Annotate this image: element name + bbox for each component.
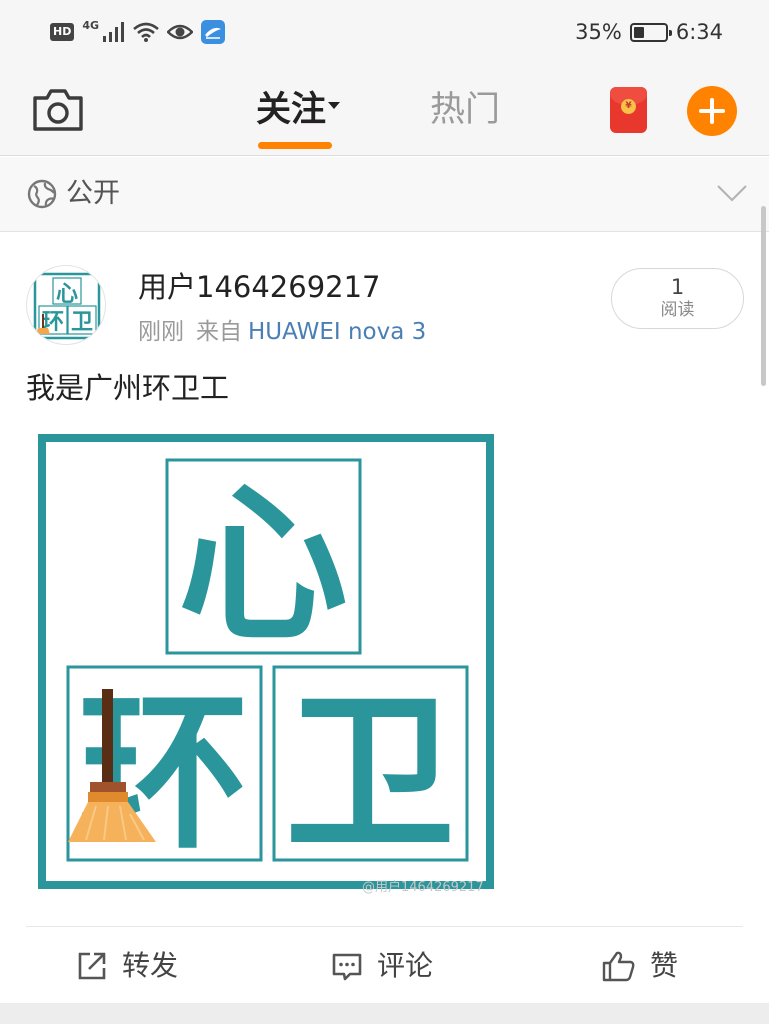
battery-icon — [629, 22, 672, 42]
logo-char-wei: 卫 — [285, 675, 455, 873]
scrollbar[interactable] — [761, 206, 766, 386]
repost-icon — [78, 952, 106, 980]
svg-text:卫: 卫 — [71, 310, 93, 335]
username[interactable]: 用户1464269217 — [138, 267, 381, 307]
avatar-logo-icon: 心 环 卫 — [33, 272, 101, 340]
visibility-label: 公开 — [66, 178, 120, 209]
app-notification-icon — [201, 20, 226, 44]
read-label: 阅读 — [660, 300, 695, 320]
tab-hot[interactable]: 热门 — [430, 88, 500, 132]
comment-label: 评论 — [377, 949, 434, 982]
hd-badge: HD — [50, 23, 75, 41]
add-button[interactable] — [687, 86, 737, 136]
nav-bar: 关注 热门 ¥ — [0, 64, 769, 156]
battery-tip — [668, 29, 672, 36]
image-watermark: @用户1464269217 — [362, 880, 484, 895]
read-count-badge[interactable]: 1 阅读 — [611, 268, 744, 329]
tab-hot-label: 热门 — [430, 90, 501, 130]
clock: 6:34 — [675, 20, 723, 44]
signal-icon — [103, 22, 125, 42]
comment-icon — [332, 953, 362, 981]
caret-down-icon — [328, 101, 341, 109]
comment-button[interactable]: 评论 — [331, 944, 433, 988]
camera-icon — [33, 89, 83, 131]
post-image[interactable]: 心 环 卫 — [38, 434, 494, 889]
coin-icon: ¥ — [621, 99, 636, 114]
eye-icon — [167, 24, 194, 40]
next-item-separator — [0, 1003, 769, 1024]
like-icon — [602, 951, 635, 982]
tab-follow[interactable]: 关注 — [256, 88, 341, 132]
source-device-link[interactable]: HUAWEI nova 3 — [248, 319, 426, 345]
visibility-selector[interactable]: 公开 — [0, 157, 769, 232]
status-bar: HD 4G 35% 6:34 — [0, 0, 769, 64]
like-label: 赞 — [650, 949, 679, 982]
post-time: 刚刚 — [138, 319, 184, 345]
battery-fill — [633, 26, 645, 38]
red-packet-button[interactable]: ¥ — [610, 87, 647, 133]
status-left: HD 4G — [50, 18, 226, 46]
read-count: 1 — [670, 275, 685, 299]
tab-follow-label: 关注 — [256, 90, 327, 130]
repost-label: 转发 — [122, 949, 179, 982]
network-type-label: 4G — [82, 18, 100, 32]
active-tab-indicator — [258, 142, 332, 149]
like-button[interactable]: 赞 — [602, 944, 678, 988]
action-divider — [26, 926, 743, 927]
svg-text:心: 心 — [56, 282, 78, 307]
camera-button[interactable] — [32, 86, 84, 132]
globe-icon — [27, 179, 57, 209]
post-meta: 刚刚 来自 HUAWEI nova 3 — [138, 316, 426, 348]
repost-button[interactable]: 转发 — [76, 944, 178, 988]
post-text: 我是广州环卫工 — [26, 371, 230, 405]
logo-char-heart: 心 — [178, 467, 348, 665]
source-prefix: 来自 — [196, 319, 242, 345]
wifi-icon — [133, 22, 159, 42]
chevron-down-icon — [717, 185, 747, 202]
avatar[interactable]: 心 环 卫 — [26, 265, 106, 345]
battery-percent: 35% — [575, 20, 622, 44]
status-right: 35% 6:34 — [575, 18, 723, 46]
